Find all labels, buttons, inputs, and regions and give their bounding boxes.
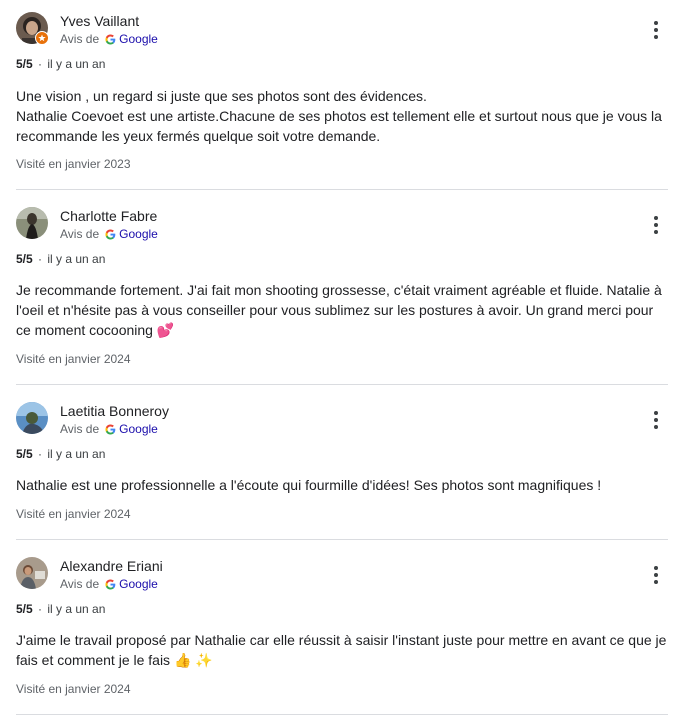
review-source: Avis de Google <box>60 32 158 46</box>
review-source: Avis de Google <box>60 227 158 241</box>
review-card: Laetitia Bonneroy Avis de Google 5/5 · i… <box>16 402 668 532</box>
rating: 5/5 <box>16 447 33 461</box>
review-source: Avis de Google <box>60 422 158 436</box>
source-prefix: Avis de <box>60 422 100 436</box>
source-prefix: Avis de <box>60 577 100 591</box>
review-meta: 5/5 · il y a un an <box>16 252 106 266</box>
reviewer-name[interactable]: Laetitia Bonneroy <box>60 403 169 419</box>
review-text-line: Une vision , un regard si juste que ses … <box>16 88 427 104</box>
visit-date: Visité en janvier 2024 <box>16 682 131 696</box>
divider <box>16 714 668 715</box>
review-time: il y a un an <box>47 57 106 71</box>
review-card: Charlotte Fabre Avis de Google 5/5 · il … <box>16 207 668 377</box>
visit-date: Visité en janvier 2024 <box>16 352 131 366</box>
divider <box>16 539 668 540</box>
visit-date: Visité en janvier 2023 <box>16 157 131 171</box>
local-guide-badge-icon <box>35 31 49 45</box>
rating: 5/5 <box>16 252 33 266</box>
reviewer-avatar[interactable] <box>16 402 48 434</box>
divider <box>16 384 668 385</box>
google-link[interactable]: Google <box>119 422 158 436</box>
more-options-icon[interactable] <box>644 18 668 42</box>
rating: 5/5 <box>16 602 33 616</box>
google-link[interactable]: Google <box>119 32 158 46</box>
review-card: Alexandre Eriani Avis de Google 5/5 · il… <box>16 557 668 707</box>
review-text: Je recommande fortement. J'ai fait mon s… <box>16 282 662 338</box>
rating: 5/5 <box>16 57 33 71</box>
review-text: J'aime le travail proposé par Nathalie c… <box>16 632 667 668</box>
reviewer-avatar[interactable] <box>16 207 48 239</box>
google-link[interactable]: Google <box>119 577 158 591</box>
review-source: Avis de Google <box>60 577 158 591</box>
review-meta: 5/5 · il y a un an <box>16 57 106 71</box>
divider <box>16 189 668 190</box>
reviewer-name[interactable]: Alexandre Eriani <box>60 558 163 574</box>
reviewer-avatar[interactable] <box>16 557 48 589</box>
google-icon <box>105 423 116 435</box>
google-icon <box>105 578 116 590</box>
visit-date: Visité en janvier 2024 <box>16 507 131 521</box>
review-meta: 5/5 · il y a un an <box>16 602 106 616</box>
review-text: Une vision , un regard si juste que ses … <box>16 86 668 146</box>
source-prefix: Avis de <box>60 227 100 241</box>
reviewer-name[interactable]: Yves Vaillant <box>60 13 139 29</box>
more-options-icon[interactable] <box>644 408 668 432</box>
google-icon <box>105 33 116 45</box>
source-prefix: Avis de <box>60 32 100 46</box>
more-options-icon[interactable] <box>644 213 668 237</box>
review-time: il y a un an <box>47 447 106 461</box>
review-time: il y a un an <box>47 602 106 616</box>
reviewer-name[interactable]: Charlotte Fabre <box>60 208 157 224</box>
review-time: il y a un an <box>47 252 106 266</box>
review-meta: 5/5 · il y a un an <box>16 447 106 461</box>
more-options-icon[interactable] <box>644 563 668 587</box>
review-card: Yves Vaillant Avis de Google 5/5 · il y … <box>16 12 668 182</box>
review-text: Nathalie est une professionnelle a l'éco… <box>16 477 602 493</box>
review-text-line: Nathalie Coevoet est une artiste.Chacune… <box>16 108 662 144</box>
google-icon <box>105 228 116 240</box>
google-link[interactable]: Google <box>119 227 158 241</box>
